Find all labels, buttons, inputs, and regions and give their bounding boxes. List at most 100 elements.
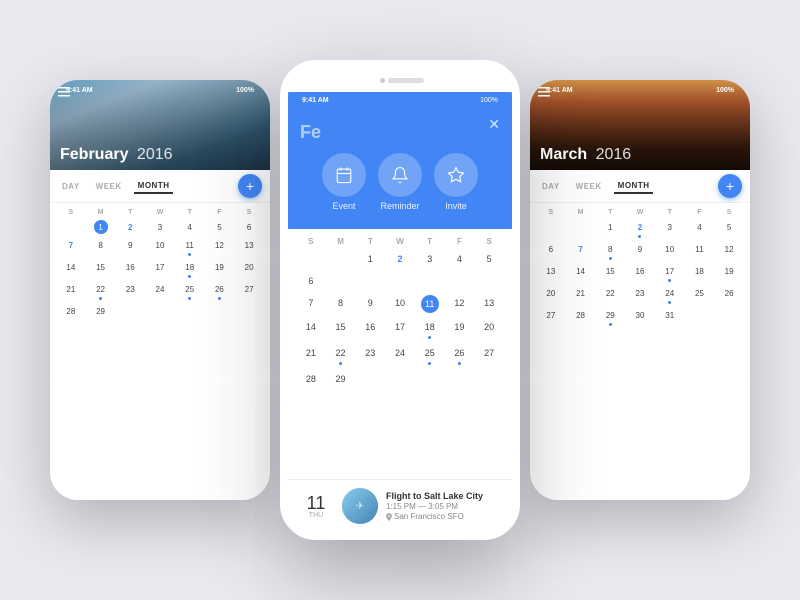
table-row[interactable] — [536, 218, 566, 240]
table-row[interactable]: 21 — [566, 284, 596, 306]
table-row[interactable] — [474, 368, 504, 390]
table-row[interactable]: 31 — [655, 306, 685, 328]
table-row[interactable]: 23 — [625, 284, 655, 306]
table-row[interactable]: 10 — [655, 240, 685, 262]
table-row[interactable] — [326, 248, 356, 270]
table-row[interactable]: 28 — [296, 368, 326, 390]
table-row[interactable] — [415, 368, 445, 390]
left-fab[interactable]: + — [238, 174, 262, 198]
table-row[interactable]: 4 — [175, 218, 205, 236]
table-row[interactable]: 24 — [385, 342, 415, 368]
table-row[interactable]: 3 — [415, 248, 445, 270]
table-row[interactable]: 7 — [56, 236, 86, 258]
table-row[interactable]: 9 — [625, 240, 655, 262]
table-row[interactable]: 29 — [326, 368, 356, 390]
table-row[interactable]: 2 — [385, 248, 415, 270]
table-row[interactable]: 22 — [326, 342, 356, 368]
table-row[interactable]: 20 — [536, 284, 566, 306]
table-row[interactable]: 18 — [415, 316, 445, 342]
left-tab-week[interactable]: WEEK — [92, 180, 126, 193]
table-row[interactable]: 20 — [234, 258, 264, 280]
table-row[interactable]: 21 — [296, 342, 326, 368]
table-row[interactable]: 17 — [655, 262, 685, 284]
table-row[interactable]: 27 — [234, 280, 264, 302]
table-row[interactable] — [685, 306, 715, 328]
table-row[interactable]: 6 — [536, 240, 566, 262]
table-row[interactable]: 21 — [56, 280, 86, 302]
table-row[interactable] — [205, 302, 235, 320]
table-row[interactable]: 24 — [145, 280, 175, 302]
table-row[interactable]: 17 — [145, 258, 175, 280]
right-tab-day[interactable]: DAY — [538, 180, 564, 193]
table-row[interactable] — [175, 302, 205, 320]
table-row[interactable]: 3 — [655, 218, 685, 240]
table-row[interactable]: 11 — [685, 240, 715, 262]
table-row[interactable]: 8 — [86, 236, 116, 258]
table-row[interactable]: 22 — [86, 280, 116, 302]
table-row[interactable]: 19 — [205, 258, 235, 280]
table-row[interactable] — [56, 218, 86, 236]
table-row[interactable]: 16 — [625, 262, 655, 284]
table-row[interactable]: 25 — [415, 342, 445, 368]
table-row[interactable]: 12 — [445, 292, 475, 316]
table-row[interactable] — [296, 248, 326, 270]
table-row[interactable]: 2 — [625, 218, 655, 240]
table-row[interactable] — [714, 306, 744, 328]
table-row[interactable]: 1 — [595, 218, 625, 240]
reminder-button[interactable]: Reminder — [378, 153, 422, 211]
table-row[interactable]: 12 — [714, 240, 744, 262]
table-row[interactable]: 15 — [86, 258, 116, 280]
table-row[interactable] — [445, 368, 475, 390]
table-row[interactable]: 12 — [205, 236, 235, 258]
table-row[interactable]: 5 — [474, 248, 504, 270]
table-row[interactable]: 26 — [445, 342, 475, 368]
table-row[interactable]: 20 — [474, 316, 504, 342]
table-row[interactable]: 15 — [595, 262, 625, 284]
left-tab-day[interactable]: DAY — [58, 180, 84, 193]
right-tab-month[interactable]: MONTH — [614, 179, 654, 194]
table-row[interactable]: 13 — [234, 236, 264, 258]
table-row[interactable]: 19 — [714, 262, 744, 284]
table-row[interactable]: 11 — [415, 292, 445, 316]
table-row[interactable] — [566, 218, 596, 240]
table-row[interactable]: 29 — [86, 302, 116, 320]
table-row[interactable]: 4 — [685, 218, 715, 240]
table-row[interactable]: 7 — [296, 292, 326, 316]
table-row[interactable]: 5 — [205, 218, 235, 236]
table-row[interactable]: 7 — [566, 240, 596, 262]
table-row[interactable]: 8 — [595, 240, 625, 262]
table-row[interactable]: 27 — [474, 342, 504, 368]
table-row[interactable]: 23 — [355, 342, 385, 368]
table-row[interactable]: 9 — [355, 292, 385, 316]
table-row[interactable] — [145, 302, 175, 320]
invite-button[interactable]: Invite — [434, 153, 478, 211]
table-row[interactable]: 16 — [355, 316, 385, 342]
table-row[interactable]: 18 — [685, 262, 715, 284]
table-row[interactable]: 8 — [326, 292, 356, 316]
table-row[interactable]: 15 — [326, 316, 356, 342]
table-row[interactable]: 13 — [474, 292, 504, 316]
table-row[interactable]: 28 — [566, 306, 596, 328]
table-row[interactable]: 26 — [205, 280, 235, 302]
table-row[interactable]: 14 — [56, 258, 86, 280]
table-row[interactable] — [115, 302, 145, 320]
table-row[interactable]: 28 — [56, 302, 86, 320]
table-row[interactable]: 6 — [296, 270, 326, 292]
table-row[interactable]: 23 — [115, 280, 145, 302]
table-row[interactable]: 16 — [115, 258, 145, 280]
table-row[interactable]: 2 — [115, 218, 145, 236]
left-tab-month[interactable]: MONTH — [134, 179, 174, 194]
table-row[interactable] — [355, 368, 385, 390]
table-row[interactable]: 4 — [445, 248, 475, 270]
table-row[interactable]: 14 — [296, 316, 326, 342]
table-row[interactable]: 13 — [536, 262, 566, 284]
table-row[interactable]: 10 — [385, 292, 415, 316]
table-row[interactable] — [234, 302, 264, 320]
table-row[interactable]: 29 — [595, 306, 625, 328]
table-row[interactable]: 1 — [86, 218, 116, 236]
table-row[interactable]: 17 — [385, 316, 415, 342]
table-row[interactable]: 6 — [234, 218, 264, 236]
table-row[interactable]: 24 — [655, 284, 685, 306]
right-fab[interactable]: + — [718, 174, 742, 198]
table-row[interactable]: 25 — [685, 284, 715, 306]
